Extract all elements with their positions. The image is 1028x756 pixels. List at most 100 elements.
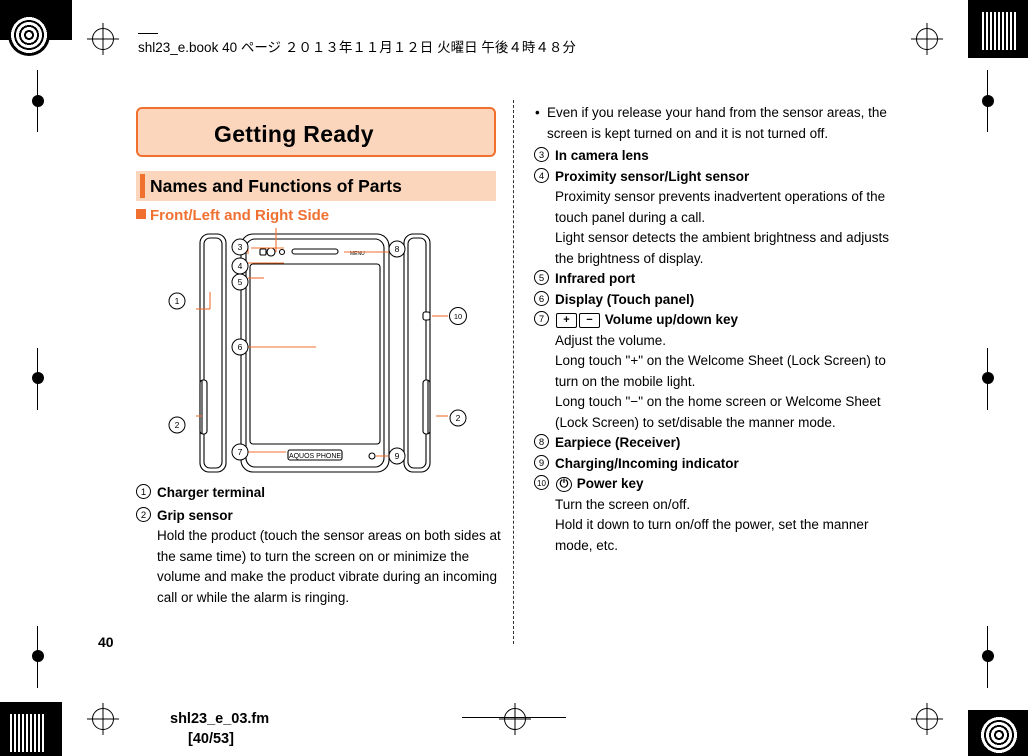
callout-marker: 4 [534,167,549,183]
manual-page: shl23_e.book 40 ページ ２０１３年１１月１２日 火曜日 午後４時… [0,0,1028,756]
figure-callout-8: 8 [388,240,406,258]
volume-down-keycap: − [579,313,600,328]
registration-mark-bottom-left [92,708,114,730]
phone-diagram-svg: MENU 1 2 3 4 5 6 7 8 9 10 2 AQUOS PHONE [168,226,467,473]
registration-mark-bottom-right [916,708,938,730]
footer-page-count: [40/53] [188,731,234,747]
edge-dot-right-mid [982,372,994,384]
list-item: 8 Earpiece (Receiver) [534,433,900,454]
page-number: 40 [98,634,114,650]
item-body-line: Long touch "+" on the Welcome Sheet (Loc… [555,353,886,389]
item-title: Charging/Incoming indicator [555,455,739,471]
figure-callout-9: 9 [388,447,406,465]
figure-callout-4: 4 [231,257,249,275]
list-item: 1 Charger terminal [136,483,501,504]
crop-line-left-top [37,70,38,132]
item-body: Hold the product (touch the sensor areas… [157,528,501,605]
square-bullet-icon [136,209,146,219]
list-item: 9 Charging/Incoming indicator [534,454,900,475]
corner-pattern-top-left [8,14,50,56]
registration-mark-top-right [916,28,938,50]
figure-callout-2-right: 2 [449,409,467,427]
callout-marker: 2 [136,506,151,522]
list-item: 10 ⏻ Power key Turn the screen on/off. H… [534,474,900,556]
crop-line-left-mid [37,348,38,410]
chapter-title: Getting Ready [214,121,374,147]
left-column-list: 1 Charger terminal 2 Grip sensor Hold th… [136,483,501,608]
svg-text:5: 5 [238,277,243,287]
svg-text:1: 1 [175,296,180,306]
volume-up-keycap: + [556,313,577,328]
list-item: 4 Proximity sensor/Light sensor Proximit… [534,167,900,270]
callout-marker: 9 [534,454,549,470]
subsection-title-wrap: Front/Left and Right Side [136,207,329,224]
item-title: Proximity sensor/Light sensor [555,168,750,184]
svg-text:9: 9 [395,451,400,461]
item-title-text: Power key [576,476,644,491]
item-body-line: Hold it down to turn on/off the power, s… [555,517,869,553]
list-item: 6 Display (Touch panel) [534,290,900,311]
item-title: Display (Touch panel) [555,291,695,307]
edge-dot-left-top [32,95,44,107]
item-title: ⏻ Power key [534,474,900,495]
figure-callout-10: 10 [449,307,467,325]
callout-marker: 1 [136,484,151,499]
item-title: Infrared port [555,271,636,286]
list-item: 2 Grip sensor Hold the product (touch th… [136,506,501,609]
power-key-icon: ⏻ [556,477,572,492]
svg-text:2: 2 [175,420,180,430]
figure-callout-2-left: 2 [168,416,186,434]
item-title-text: Volume up/down key [604,312,739,327]
item-title: In camera lens [555,148,649,163]
item-title: Grip sensor [157,507,233,523]
svg-text:3: 3 [238,242,243,252]
right-column-list: Even if you release your hand from the s… [534,103,900,556]
edge-dot-right-bottom [982,650,994,662]
svg-text:7: 7 [238,447,243,457]
callout-marker: 3 [534,147,549,162]
crop-line-right-mid [987,348,988,410]
figure-callout-6: 6 [231,338,249,356]
item-title: + − Volume up/down key [534,310,900,331]
callout-marker: 8 [534,434,549,449]
svg-text:8: 8 [395,244,400,254]
callout-marker: 6 [534,290,549,306]
edge-dot-left-mid [32,372,44,384]
item-body-line: Light sensor detects the ambient brightn… [555,230,889,266]
crop-line-bottom-center [462,717,566,718]
phone-brand-label: AQUOS PHONE [289,453,341,460]
crop-line-right-top [987,70,988,132]
item-body-line: Turn the screen on/off. [555,496,691,512]
corner-pattern-bottom-right [978,714,1020,756]
figure-callout-1: 1 [168,292,186,310]
figure-callout-3: 3 [231,238,249,256]
section-header: Names and Functions of Parts [136,171,496,201]
item-body-line: Proximity sensor prevents inadvertent op… [555,189,886,225]
registration-mark-top-left [92,28,114,50]
item-body-line: Long touch "−" on the home screen or Wel… [555,394,881,430]
item-title: Charger terminal [157,485,266,500]
item-title: Earpiece (Receiver) [555,435,681,450]
corner-pattern-bottom-left [8,714,46,752]
list-item: 3 In camera lens [534,146,900,167]
figure-callout-7: 7 [231,443,249,461]
subsection-title: Front/Left and Right Side [150,207,330,224]
list-item: 5 Infrared port [534,269,900,290]
chapter-banner: Getting Ready [136,107,496,157]
note-bullet: Even if you release your hand from the s… [534,103,900,144]
callout-marker: 5 [534,270,549,285]
footer-filename: shl23_e_03.fm [170,711,270,727]
column-divider [513,100,514,644]
crop-line-right-bottom [987,626,988,688]
list-item: 7 + − Volume up/down key Adjust the volum… [534,310,900,433]
svg-text:2: 2 [456,413,461,423]
header-rule [138,33,158,34]
callout-marker: 10 [534,475,549,490]
edge-dot-left-bottom [32,650,44,662]
callout-marker: 7 [534,311,549,326]
item-body-line: Adjust the volume. [555,332,667,348]
edge-dot-right-top [982,95,994,107]
header-book-info: shl23_e.book 40 ページ ２０１３年１１月１２日 火曜日 午後４時… [138,40,576,55]
registration-mark-bottom-center [504,708,526,730]
svg-text:10: 10 [454,312,462,321]
